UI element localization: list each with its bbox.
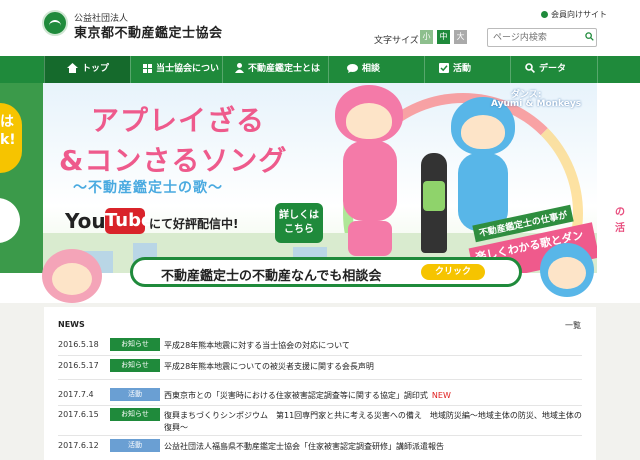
pink-monkey-legs <box>348 221 392 256</box>
search-icon <box>525 63 535 73</box>
hero-section: は k! アプレイざる &コンさるソング 〜不動産鑑定士の歌〜 You Tube… <box>0 83 640 303</box>
news-date: 2016.5.18 <box>58 340 99 349</box>
new-badge: NEW <box>431 391 451 400</box>
nav-item-top[interactable]: トップ <box>44 56 130 83</box>
banner-subtitle: 〜不動産鑑定士の歌〜 <box>73 180 223 196</box>
news-date: 2016.5.17 <box>58 361 99 370</box>
news-item[interactable]: 2017.6.12 活動 公益社団法人福島県不動産鑑定士協会「住家被害認定調査研… <box>44 438 596 455</box>
youtube-logo-you: You <box>65 209 106 233</box>
search-icon[interactable] <box>585 32 594 41</box>
banner-title-line2: &コンさるソング <box>59 144 288 177</box>
font-size-label: 文字サイズ <box>374 36 419 46</box>
news-category-badge: お知らせ <box>110 408 160 421</box>
member-site-link[interactable]: 会員向けサイト <box>541 9 607 20</box>
news-item[interactable]: 2016.5.17 お知らせ 平成28年熊本地震についての被災者支援に関する会長… <box>44 358 596 375</box>
dance-names: Ayumi & Monkeys <box>491 99 582 109</box>
grid-icon <box>143 64 152 73</box>
news-heading: NEWS <box>58 320 85 329</box>
font-size-small-button[interactable]: 小 <box>420 30 433 44</box>
news-title-link[interactable]: 西東京市との「災害時における住家被害認定調査等に関する協定」調印式 NEW <box>164 390 584 402</box>
song-banner[interactable]: アプレイざる &コンさるソング 〜不動産鑑定士の歌〜 You Tube にて好評… <box>43 83 597 273</box>
news-title-link[interactable]: 平成28年熊本地震に対する当士協会の対応について <box>164 340 584 352</box>
pink-monkey-icon-face <box>52 263 92 295</box>
nav-item-appraiser[interactable]: 不動産鑑定士とは <box>222 56 328 83</box>
prev-slide-circle <box>0 198 20 243</box>
news-date: 2017.7.4 <box>58 390 94 399</box>
click-button[interactable]: クリック <box>421 264 485 280</box>
news-title-link[interactable]: 平成28年熊本地震についての被災者支援に関する会長声明 <box>164 361 584 373</box>
person-icon <box>235 63 244 73</box>
next-slide-panel[interactable]: の 活 <box>597 83 640 273</box>
bullet-icon <box>541 11 548 18</box>
blue-monkey-face <box>461 115 505 149</box>
news-date: 2017.6.15 <box>58 410 99 419</box>
pink-monkey-face <box>346 103 392 139</box>
news-category-badge: 活動 <box>110 388 160 401</box>
checkbox-icon <box>439 63 449 73</box>
org-name-link[interactable]: 東京都不動産鑑定士協会 <box>74 22 223 41</box>
font-size-medium-button[interactable]: 中 <box>437 30 450 44</box>
divider <box>58 379 582 380</box>
youtube-logo-tube: Tube <box>105 208 153 234</box>
pink-monkey-body <box>343 141 397 221</box>
blue-monkey-icon-face <box>548 257 586 289</box>
home-icon <box>67 63 78 73</box>
nav-item-data[interactable]: データ <box>510 56 598 83</box>
news-item[interactable]: 2017.6.15 お知らせ 復興まちづくりシンポジウム 第11回専門家と共に考… <box>44 407 596 433</box>
logo-icon[interactable] <box>42 10 68 36</box>
main-nav: トップ 当士協会について 不動産鑑定士とは 相談 活動 データ <box>0 56 640 101</box>
news-title-link[interactable]: 復興まちづくりシンポジウム 第11回専門家と共に考える災害への備え 地域防災編〜… <box>164 410 584 434</box>
news-title-link[interactable]: 公益社団法人福島県不動産鑑定士協会「住家被害認定調査研修」講師派遣報告 <box>164 441 584 453</box>
divider <box>58 355 582 356</box>
nav-item-about[interactable]: 当士協会について <box>130 56 222 101</box>
divider <box>58 435 582 436</box>
prev-slide-panel[interactable]: は k! <box>0 83 43 273</box>
news-category-badge: 活動 <box>110 439 160 452</box>
consultation-banner[interactable]: 不動産鑑定士の不動産なんでも相談会 クリック <box>130 257 522 287</box>
banner-title-line1: アプレイざる <box>91 104 266 137</box>
youtube-caption: にて好評配信中! <box>149 217 239 231</box>
dancer-top <box>423 181 445 211</box>
news-date: 2017.6.12 <box>58 441 99 450</box>
site-header: 公益社団法人 東京都不動産鑑定士協会 会員向けサイト 文字サイズ 小 中 大 <box>0 0 640 56</box>
next-slide-word-1: の <box>615 207 625 218</box>
news-section: NEWS 一覧 2016.5.18 お知らせ 平成28年熊本地震に対する当士協会… <box>44 307 596 460</box>
news-item[interactable]: 2017.7.4 活動 西東京市との「災害時における住家被害認定調査等に関する協… <box>44 387 596 404</box>
news-list-link[interactable]: 一覧 <box>565 320 581 331</box>
speech-bubble-icon <box>347 64 358 73</box>
divider <box>58 405 582 406</box>
font-size-large-button[interactable]: 大 <box>454 30 467 44</box>
prev-slide-badge: は k! <box>0 103 22 173</box>
site-search-input[interactable] <box>487 28 597 47</box>
next-slide-word-2: 活 <box>615 223 625 234</box>
news-item[interactable]: 2016.5.18 お知らせ 平成28年熊本地震に対する当士協会の対応について <box>44 337 596 354</box>
nav-item-consult[interactable]: 相談 <box>328 56 424 83</box>
news-category-badge: お知らせ <box>110 359 160 372</box>
news-category-badge: お知らせ <box>110 338 160 351</box>
details-button[interactable]: 詳しくは こちら <box>275 203 323 243</box>
consultation-text: 不動産鑑定士の不動産なんでも相談会 <box>161 269 382 284</box>
nav-item-activity[interactable]: 活動 <box>424 56 510 83</box>
